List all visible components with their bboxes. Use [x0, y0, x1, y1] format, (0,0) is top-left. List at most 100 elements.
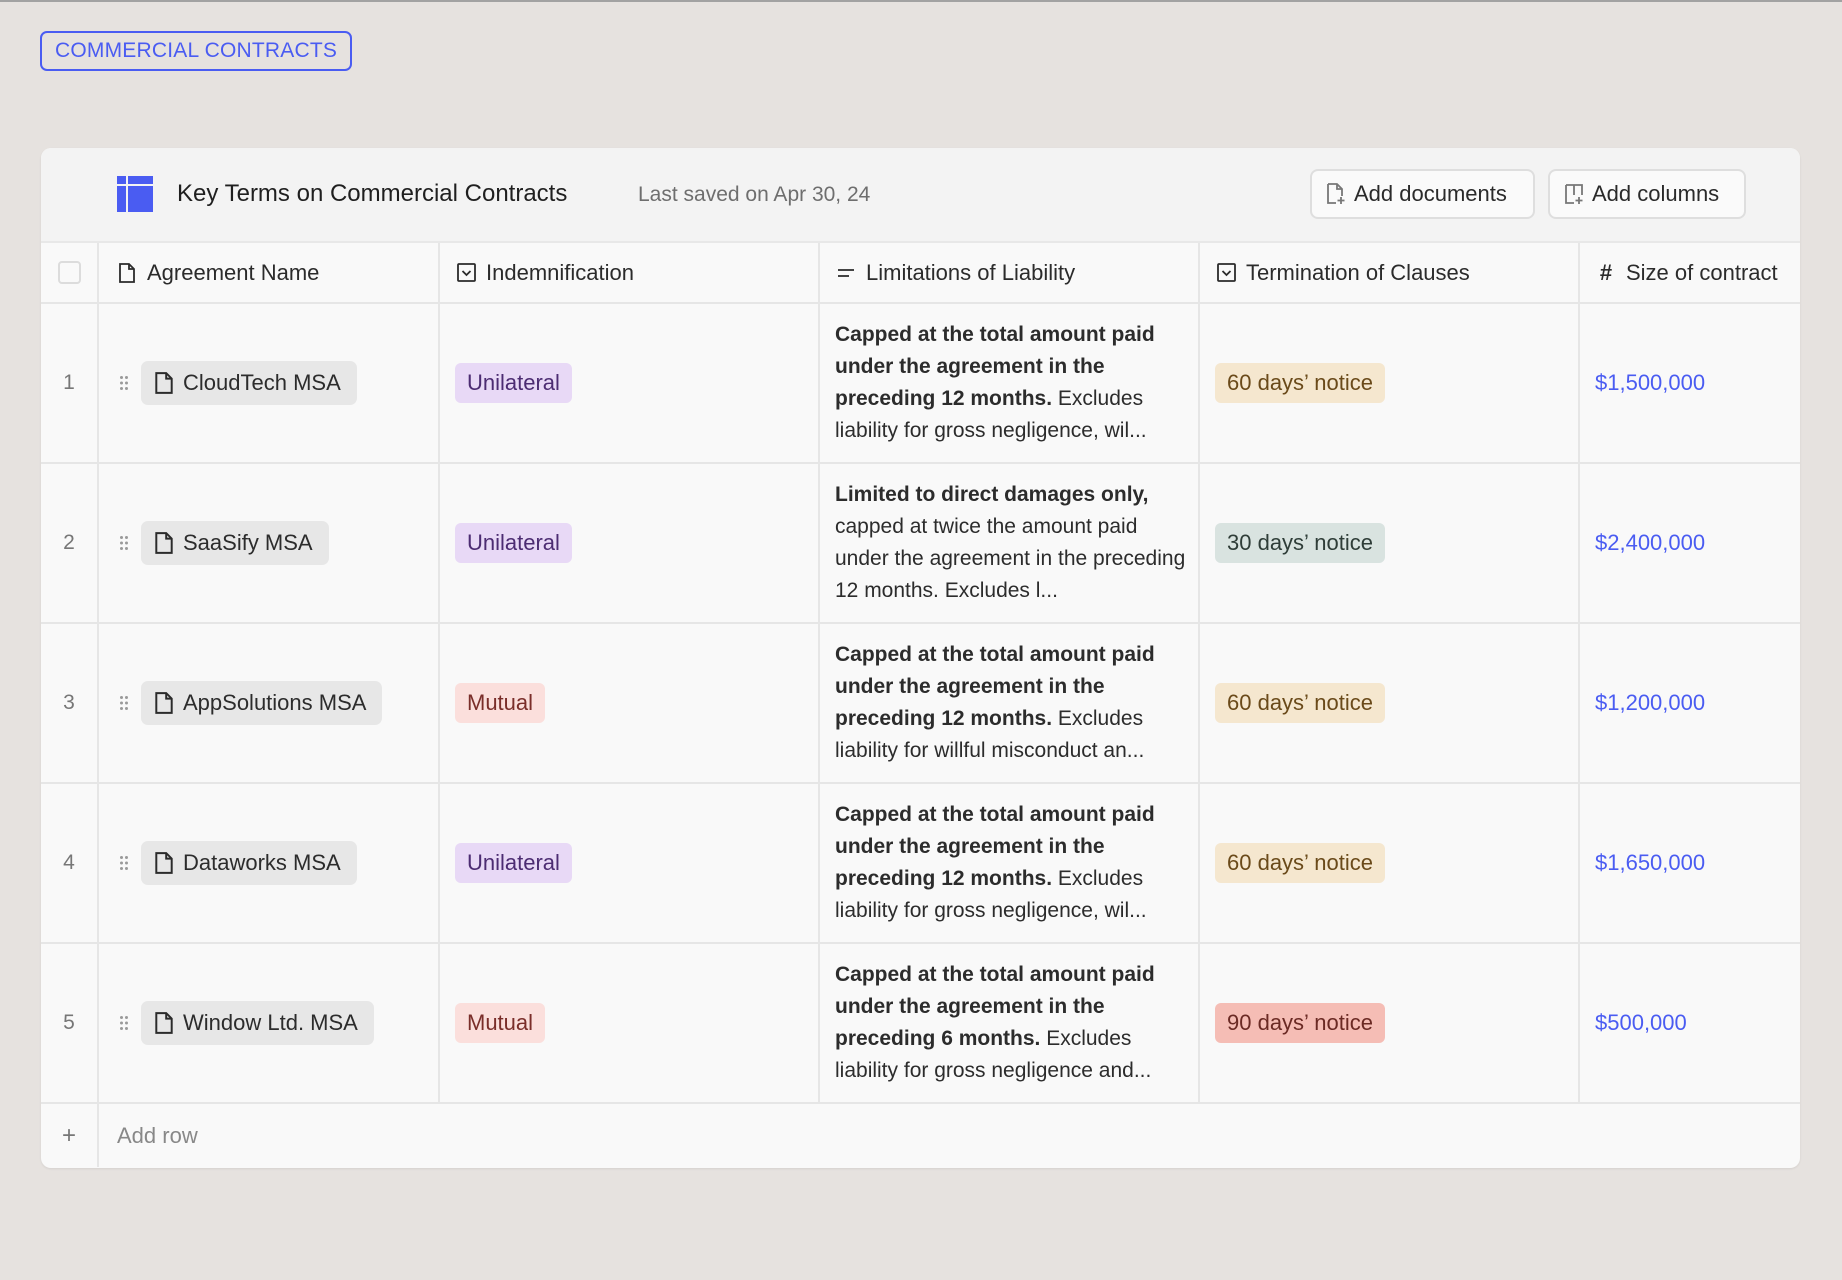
document-icon	[155, 532, 173, 554]
table-row[interactable]: 5 Window Ltd. MSA Mutual Capped at the t…	[41, 944, 1800, 1104]
termination-badge: 60 days’ notice	[1215, 843, 1385, 883]
contract-size: $1,650,000	[1595, 850, 1706, 875]
agreement-document-chip[interactable]: CloudTech MSA	[141, 361, 357, 405]
liability-text: Capped at the total amount paid under th…	[835, 643, 1155, 762]
row-number-cell: 2	[41, 464, 99, 622]
liability-cell[interactable]: Capped at the total amount paid under th…	[820, 304, 1200, 462]
termination-badge: 30 days’ notice	[1215, 523, 1385, 563]
table-row[interactable]: 3 AppSolutions MSA Mutual Capped at the …	[41, 624, 1800, 784]
column-label: Agreement Name	[147, 259, 320, 285]
column-label: Size of contract	[1626, 259, 1778, 285]
indemnification-cell[interactable]: Mutual	[440, 944, 820, 1102]
select-all-cell	[41, 243, 99, 302]
section-tag[interactable]: COMMERCIAL CONTRACTS	[40, 31, 353, 71]
agreement-name-cell: AppSolutions MSA	[99, 624, 440, 782]
contract-size: $1,500,000	[1595, 370, 1706, 395]
liability-cell[interactable]: Limited to direct damages only, capped a…	[820, 464, 1200, 622]
add-row-plus-icon[interactable]: +	[41, 1104, 99, 1167]
liability-cell[interactable]: Capped at the total amount paid under th…	[820, 944, 1200, 1102]
add-columns-button[interactable]: Add columns	[1548, 169, 1746, 219]
termination-cell[interactable]: 30 days’ notice	[1200, 464, 1580, 622]
header-row: Agreement Name Indemnification Limitatio…	[41, 243, 1800, 304]
contract-size-cell[interactable]: $500,000	[1580, 944, 1800, 1102]
contract-size-cell[interactable]: $1,650,000	[1580, 784, 1800, 942]
termination-badge: 60 days’ notice	[1215, 363, 1385, 403]
liability-cell[interactable]: Capped at the total amount paid under th…	[820, 624, 1200, 782]
column-header-agreement-name[interactable]: Agreement Name	[99, 243, 440, 302]
agreement-name: AppSolutions MSA	[183, 690, 367, 715]
last-saved: Last saved on Apr 30, 24	[638, 183, 871, 206]
table-row[interactable]: 4 Dataworks MSA Unilateral Capped at the…	[41, 784, 1800, 944]
table-title: Key Terms on Commercial Contracts	[177, 180, 568, 207]
agreement-name-cell: Dataworks MSA	[99, 784, 440, 942]
add-row-label[interactable]: Add row	[99, 1104, 699, 1167]
liability-text: Capped at the total amount paid under th…	[835, 803, 1155, 922]
agreement-name: Window Ltd. MSA	[183, 1010, 358, 1035]
liability-text: Capped at the total amount paid under th…	[835, 963, 1155, 1082]
contract-size: $2,400,000	[1595, 530, 1706, 555]
agreement-document-chip[interactable]: AppSolutions MSA	[141, 681, 383, 725]
termination-badge: 60 days’ notice	[1215, 683, 1385, 723]
indemnification-cell[interactable]: Unilateral	[440, 304, 820, 462]
indemnification-badge: Unilateral	[455, 523, 572, 563]
checkbox-select-icon	[1216, 263, 1236, 283]
indemnification-badge: Unilateral	[455, 843, 572, 883]
indemnification-cell[interactable]: Mutual	[440, 624, 820, 782]
agreement-name: SaaSify MSA	[183, 530, 313, 555]
row-number: 4	[63, 851, 75, 874]
liability-text: Limited to direct damages only, capped a…	[835, 483, 1186, 602]
contracts-grid: Agreement Name Indemnification Limitatio…	[41, 243, 1800, 1167]
termination-cell[interactable]: 60 days’ notice	[1200, 304, 1580, 462]
contract-size-cell[interactable]: $2,400,000	[1580, 464, 1800, 622]
drag-handle-icon[interactable]	[117, 695, 131, 711]
add-column-icon	[1565, 184, 1583, 204]
contract-size-cell[interactable]: $1,500,000	[1580, 304, 1800, 462]
indemnification-badge: Mutual	[455, 1003, 546, 1043]
add-document-icon	[1327, 183, 1345, 204]
termination-cell[interactable]: 60 days’ notice	[1200, 784, 1580, 942]
row-number-cell: 4	[41, 784, 99, 942]
table-row[interactable]: 1 CloudTech MSA Unilateral Capped at the…	[41, 304, 1800, 464]
column-label: Termination of Clauses	[1246, 259, 1470, 285]
row-number: 5	[63, 1011, 75, 1034]
select-all-checkbox[interactable]	[57, 261, 81, 284]
agreement-document-chip[interactable]: Dataworks MSA	[141, 841, 357, 885]
row-number-cell: 3	[41, 624, 99, 782]
column-header-limitations-of-liability[interactable]: Limitations of Liability	[820, 243, 1200, 302]
add-row[interactable]: + Add row	[41, 1104, 1800, 1167]
column-header-termination-of-clauses[interactable]: Termination of Clauses	[1200, 243, 1580, 302]
document-icon	[155, 692, 173, 714]
drag-handle-icon[interactable]	[117, 1015, 131, 1031]
termination-cell[interactable]: 60 days’ notice	[1200, 624, 1580, 782]
checkbox-select-icon	[456, 263, 476, 283]
card-header: Key Terms on Commercial Contracts Last s…	[41, 148, 1800, 243]
hash-icon: #	[1599, 259, 1613, 285]
indemnification-cell[interactable]: Unilateral	[440, 464, 820, 622]
agreement-name: CloudTech MSA	[183, 370, 341, 395]
column-label: Limitations of Liability	[866, 259, 1076, 285]
indemnification-badge: Unilateral	[455, 363, 572, 403]
column-header-size-of-contract[interactable]: # Size of contract	[1580, 243, 1800, 302]
column-header-indemnification[interactable]: Indemnification	[440, 243, 820, 302]
agreement-document-chip[interactable]: SaaSify MSA	[141, 521, 329, 565]
table-row[interactable]: 2 SaaSify MSA Unilateral Limited to dire…	[41, 464, 1800, 624]
column-label: Indemnification	[486, 259, 634, 285]
termination-badge: 90 days’ notice	[1215, 1003, 1385, 1043]
agreement-document-chip[interactable]: Window Ltd. MSA	[141, 1001, 374, 1045]
drag-handle-icon[interactable]	[117, 855, 131, 871]
liability-text: Capped at the total amount paid under th…	[835, 323, 1155, 442]
liability-cell[interactable]: Capped at the total amount paid under th…	[820, 784, 1200, 942]
text-lines-icon	[836, 263, 856, 283]
contract-size-cell[interactable]: $1,200,000	[1580, 624, 1800, 782]
termination-cell[interactable]: 90 days’ notice	[1200, 944, 1580, 1102]
indemnification-cell[interactable]: Unilateral	[440, 784, 820, 942]
row-number: 2	[63, 531, 75, 554]
drag-handle-icon[interactable]	[117, 535, 131, 551]
add-documents-button[interactable]: Add documents	[1310, 169, 1535, 219]
add-documents-label: Add documents	[1354, 181, 1507, 206]
row-number: 1	[63, 371, 75, 394]
contract-size: $1,200,000	[1595, 690, 1706, 715]
document-icon	[155, 372, 173, 394]
drag-handle-icon[interactable]	[117, 375, 131, 391]
indemnification-badge: Mutual	[455, 683, 546, 723]
